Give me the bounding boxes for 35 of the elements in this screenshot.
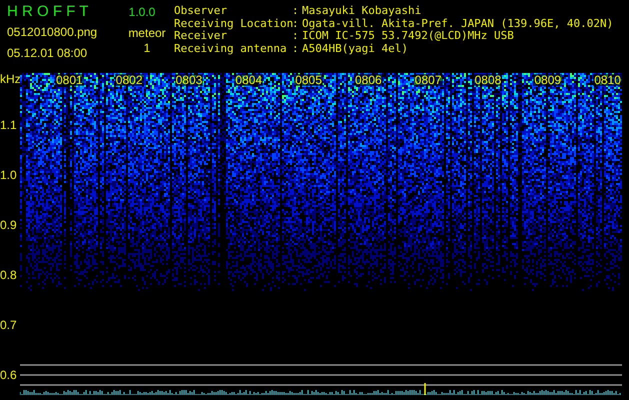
time-label: 0804 (234, 74, 264, 86)
info-label: Observer (174, 5, 228, 18)
info-value: ICOM IC-575 53.7492(@LCD)MHz USB (302, 30, 514, 42)
app-title: H R O F F T (7, 4, 90, 20)
info-label: Receiver (174, 30, 227, 42)
info-label: Receiving antenna (174, 42, 288, 55)
time-label: 0808 (474, 74, 502, 86)
axis-label: 1.0 (0, 169, 17, 181)
time-label: 0803 (174, 74, 204, 86)
filename-text: 0512010800.png (7, 26, 98, 38)
info-value: A504HB(yagi 4el) (302, 42, 408, 55)
axis-unit: kHz (0, 73, 21, 85)
info-separator: : (292, 30, 300, 42)
time-label: 0809 (533, 74, 562, 86)
info-label: Receiving Location (174, 18, 292, 30)
time-label: 0807 (414, 74, 442, 86)
time-label: 0805 (294, 74, 323, 86)
version-text: 1.0.0 (128, 6, 156, 18)
axis-label: 1.1 (0, 119, 17, 131)
count-label: meteor (128, 26, 166, 39)
axis-label: 0.9 (0, 219, 17, 231)
meteor-count: 1 (144, 42, 150, 54)
axis-label: 0.6 (0, 369, 17, 381)
datetime-text: 05.12.01 08:00 (7, 46, 88, 59)
info-separator: : (292, 18, 300, 30)
info-value: Ogata-vill. Akita-Pref. JAPAN (139.96E, 40.02N) (302, 18, 614, 30)
time-label: 0806 (354, 74, 383, 86)
info-value: Masayuki Kobayashi (302, 5, 422, 18)
time-label: 0801 (55, 74, 84, 86)
time-label: 0810 (593, 74, 622, 86)
info-separator: : (292, 42, 300, 55)
time-label: 0802 (114, 74, 144, 86)
info-separator: : (292, 5, 300, 18)
axis-label: 0.8 (0, 269, 17, 281)
axis-label: 0.7 (0, 319, 17, 331)
